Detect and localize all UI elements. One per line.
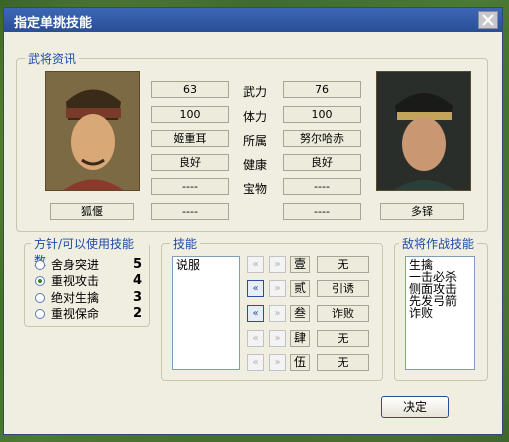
slot-4-number: 肆 bbox=[290, 330, 310, 347]
policy-group: 方针/可以使用技能数 舍身突进 5 重视攻击 4 绝对生擒 3 重视保命 2 bbox=[24, 235, 150, 327]
right-tili: 100 bbox=[283, 106, 361, 123]
close-button[interactable] bbox=[478, 11, 498, 29]
policy-option-2[interactable]: 绝对生擒 3 bbox=[35, 289, 142, 306]
available-skills-list[interactable]: 说服 bbox=[172, 256, 240, 370]
slot-1-value: 无 bbox=[317, 256, 369, 273]
left-affiliation: 姬重耳 bbox=[151, 130, 229, 147]
add-slot-2-button[interactable]: » bbox=[269, 280, 286, 297]
remove-slot-4-button[interactable]: « bbox=[247, 330, 264, 347]
slot-5-number: 伍 bbox=[290, 354, 310, 371]
right-affiliation: 努尔哈赤 bbox=[283, 130, 361, 147]
radio-selected-icon bbox=[35, 275, 45, 286]
policy-option-1[interactable]: 重视攻击 4 bbox=[35, 272, 142, 289]
slot-2-value: 引诱 bbox=[317, 280, 369, 297]
remove-slot-1-button[interactable]: « bbox=[247, 256, 264, 273]
left-general-name: 狐偃 bbox=[50, 203, 134, 220]
general-info-legend: 武将资讯 bbox=[25, 50, 80, 67]
radio-icon bbox=[35, 308, 45, 319]
left-tili: 100 bbox=[151, 106, 229, 123]
enemy-skills-group: 敌将作战技能 生擒 一击必杀 侧面攻击 先发弓箭 诈败 bbox=[394, 235, 488, 381]
right-general-portrait bbox=[376, 71, 471, 191]
slot-2-number: 贰 bbox=[290, 280, 310, 297]
treasure-label: 宝物 bbox=[243, 182, 268, 196]
slot-3-value: 诈败 bbox=[317, 305, 369, 322]
policy-option-3[interactable]: 重视保命 2 bbox=[35, 305, 142, 322]
left-general-portrait bbox=[45, 71, 140, 191]
health-label: 健康 bbox=[243, 158, 268, 172]
right-treasure: ---- bbox=[283, 178, 361, 195]
slot-1-number: 壹 bbox=[290, 256, 310, 273]
radio-icon bbox=[35, 292, 45, 303]
right-general-name: 多铎 bbox=[380, 203, 464, 220]
left-wuli: 63 bbox=[151, 81, 229, 98]
radio-icon bbox=[35, 259, 45, 270]
remove-slot-3-button[interactable]: « bbox=[247, 305, 264, 322]
left-treasure: ---- bbox=[151, 178, 229, 195]
left-health: 良好 bbox=[151, 154, 229, 171]
remove-slot-2-button[interactable]: « bbox=[247, 280, 264, 297]
list-item[interactable]: 说服 bbox=[176, 259, 236, 271]
add-slot-3-button[interactable]: » bbox=[269, 305, 286, 322]
policy-option-0[interactable]: 舍身突进 5 bbox=[35, 256, 142, 273]
right-health: 良好 bbox=[283, 154, 361, 171]
slot-4-value: 无 bbox=[317, 330, 369, 347]
skills-group: 技能 说服 « » 壹 无 « » 贰 引诱 « » 叁 诈败 « » 肆 无 … bbox=[161, 235, 383, 381]
wuli-label: 武力 bbox=[243, 85, 268, 99]
add-slot-1-button[interactable]: » bbox=[269, 256, 286, 273]
enemy-skills-legend: 敌将作战技能 bbox=[399, 235, 478, 252]
add-slot-5-button[interactable]: » bbox=[269, 354, 286, 371]
remove-slot-5-button[interactable]: « bbox=[247, 354, 264, 371]
close-icon bbox=[482, 14, 494, 26]
confirm-button[interactable]: 决定 bbox=[381, 396, 449, 418]
title-bar: 指定单挑技能 bbox=[4, 8, 502, 32]
add-slot-4-button[interactable]: » bbox=[269, 330, 286, 347]
list-item: 诈败 bbox=[409, 306, 434, 320]
right-extra: ---- bbox=[283, 203, 361, 220]
slot-5-value: 无 bbox=[317, 354, 369, 371]
left-extra: ---- bbox=[151, 203, 229, 220]
right-wuli: 76 bbox=[283, 81, 361, 98]
window-title: 指定单挑技能 bbox=[14, 16, 93, 31]
tili-label: 体力 bbox=[243, 110, 268, 124]
skills-legend: 技能 bbox=[170, 235, 201, 252]
general-info-group: 武将资讯 63 100 姬重耳 良好 ---- ---- 狐偃 武力 体力 所属… bbox=[16, 50, 488, 232]
affiliation-label: 所属 bbox=[243, 134, 268, 148]
enemy-skills-list: 生擒 一击必杀 侧面攻击 先发弓箭 诈败 bbox=[405, 256, 475, 370]
slot-3-number: 叁 bbox=[290, 305, 310, 322]
dialog-window: 指定单挑技能 武将资讯 63 100 姬重耳 良好 ---- ---- 狐偃 武… bbox=[3, 7, 503, 435]
